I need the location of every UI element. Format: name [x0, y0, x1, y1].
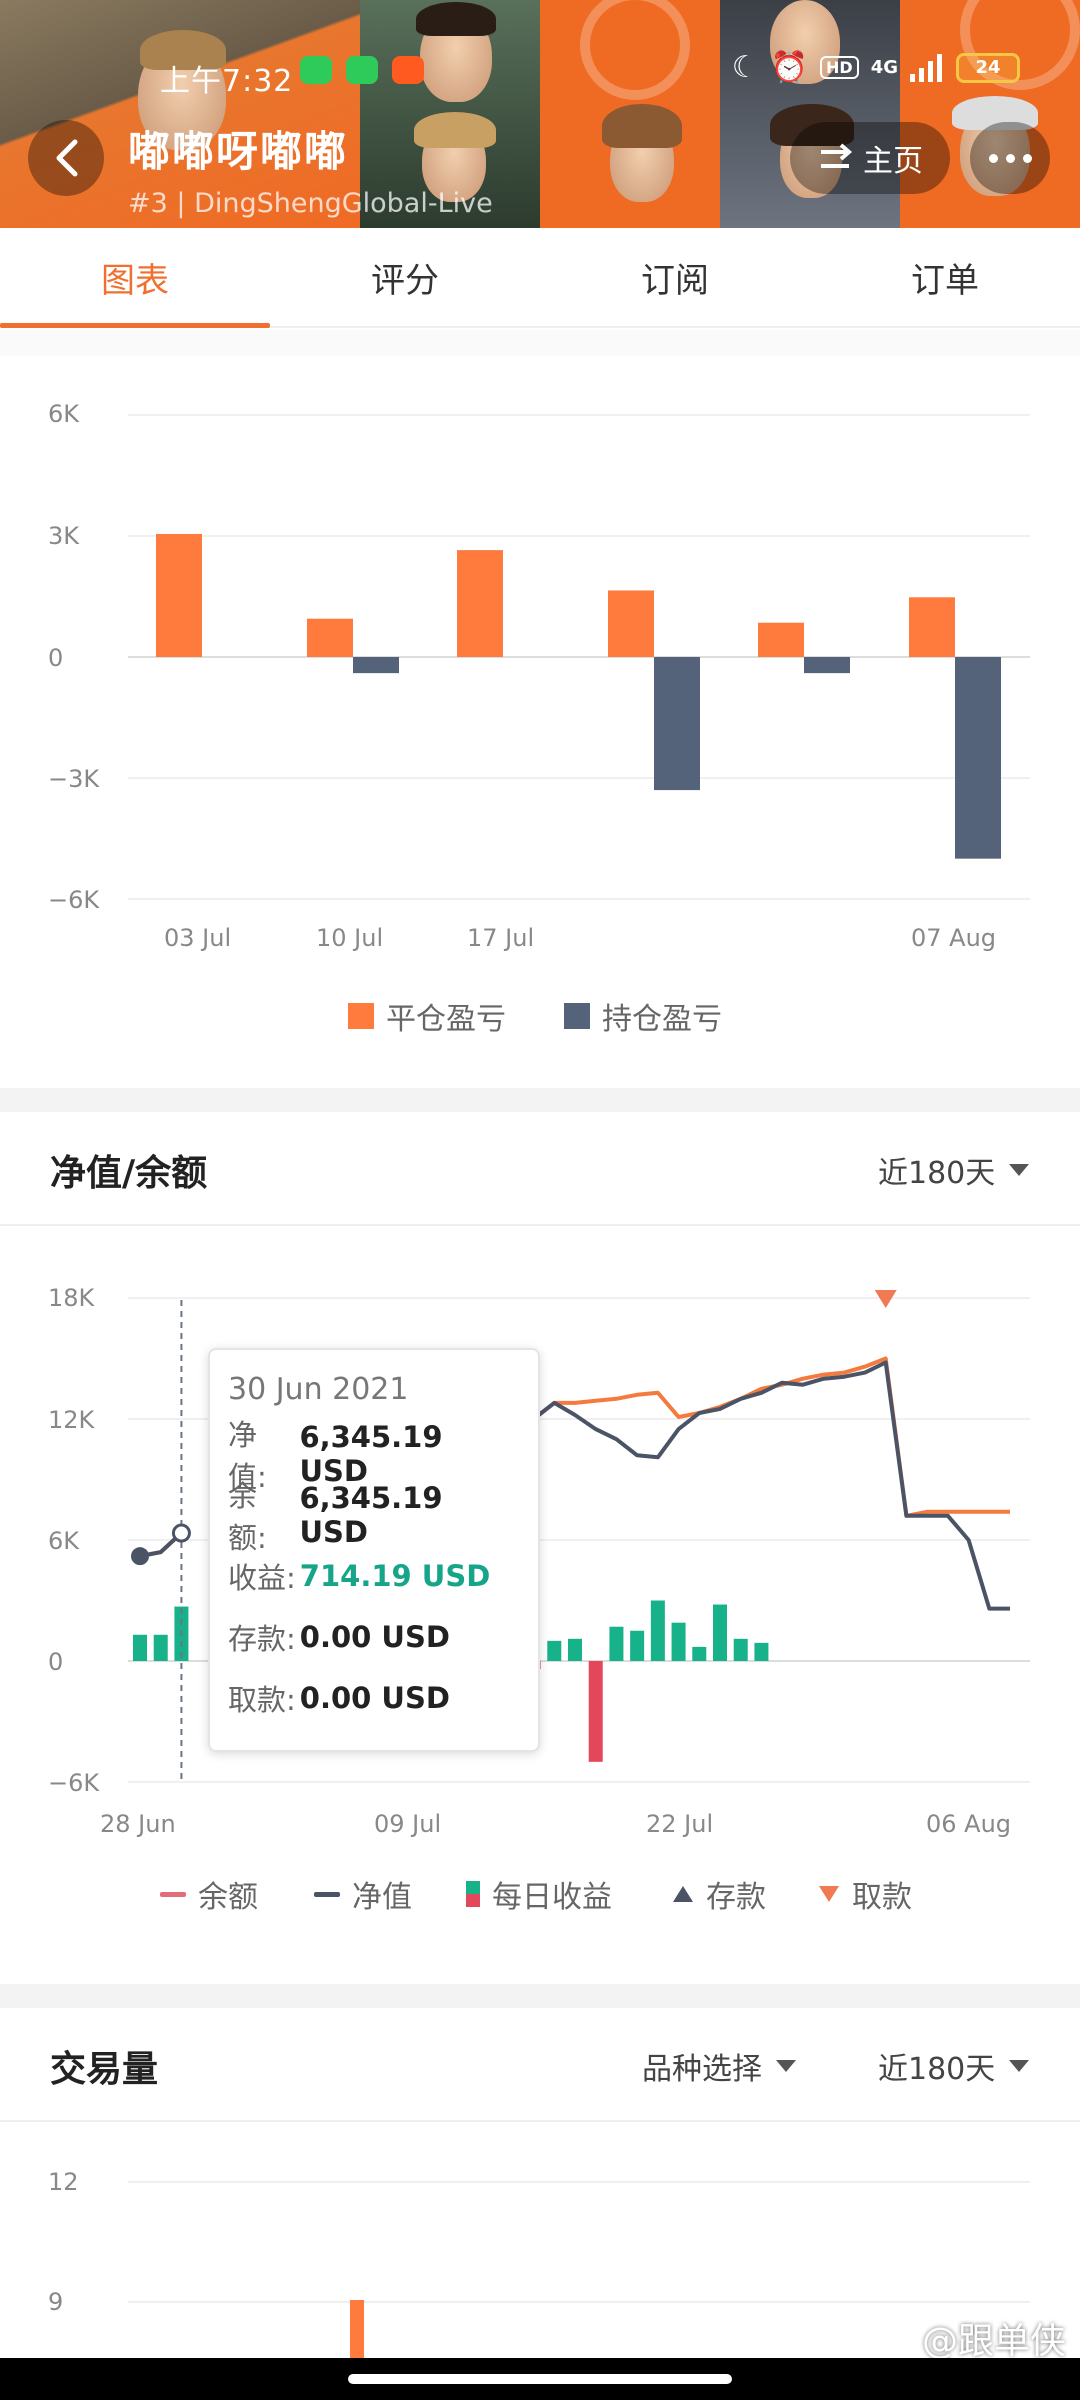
volume-bar [350, 2300, 364, 2360]
home-indicator[interactable] [348, 2374, 732, 2384]
watermark: @跟单侠 [921, 2321, 1066, 2362]
volume-chart [128, 2181, 1030, 2360]
